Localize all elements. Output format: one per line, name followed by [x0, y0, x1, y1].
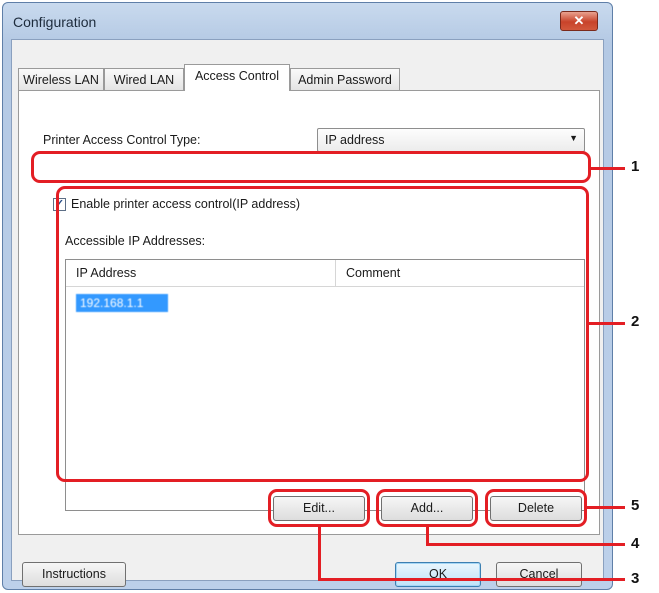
callout-line-3-horizontal — [318, 578, 625, 581]
tab-admin-password[interactable]: Admin Password — [290, 68, 400, 90]
title-bar: Configuration ✕ — [3, 3, 612, 39]
callout-number-1: 1 — [631, 158, 640, 175]
callout-box-1 — [31, 151, 591, 183]
access-control-type-label: Printer Access Control Type: — [43, 133, 201, 147]
access-control-type-select[interactable]: IP address ▼ — [317, 128, 585, 152]
close-button[interactable]: ✕ — [560, 11, 598, 31]
access-control-type-value: IP address — [325, 133, 385, 147]
callout-line-3-vertical — [318, 527, 321, 580]
callout-number-4: 4 — [631, 535, 640, 552]
callout-box-5 — [485, 489, 587, 527]
callout-number-5: 5 — [631, 497, 640, 514]
instructions-button[interactable]: Instructions — [22, 562, 126, 587]
callout-line-4-horizontal — [426, 543, 625, 546]
callout-line-5 — [587, 506, 625, 509]
chevron-down-icon: ▼ — [569, 133, 578, 143]
window-title: Configuration — [13, 14, 97, 30]
tab-wired-lan[interactable]: Wired LAN — [104, 68, 184, 90]
callout-number-3: 3 — [631, 570, 640, 587]
ok-button[interactable]: OK — [395, 562, 481, 587]
callout-box-2 — [56, 186, 589, 482]
tab-access-control[interactable]: Access Control — [184, 64, 290, 91]
callout-line-1 — [591, 167, 625, 170]
cancel-button[interactable]: Cancel — [496, 562, 582, 587]
tab-wireless-lan[interactable]: Wireless LAN — [18, 68, 104, 90]
callout-line-2 — [589, 322, 625, 325]
callout-box-4 — [376, 489, 478, 527]
callout-number-2: 2 — [631, 313, 640, 330]
callout-box-3 — [268, 489, 370, 527]
